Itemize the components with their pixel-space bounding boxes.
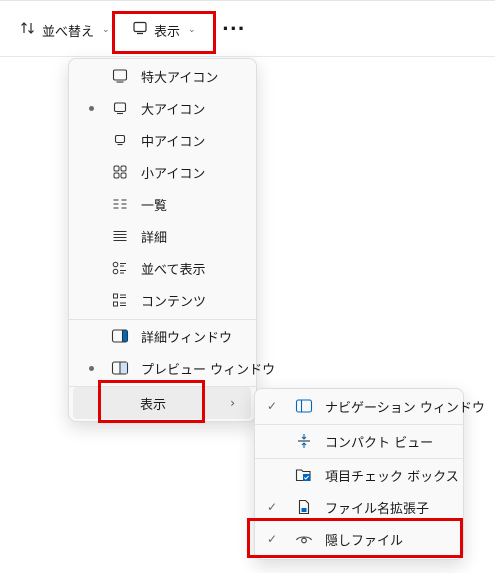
- menu-item-show[interactable]: 表示 ›: [73, 387, 251, 419]
- chevron-down-icon: ⌄: [188, 25, 196, 35]
- compact-view-icon: [295, 432, 313, 450]
- view-button[interactable]: 表示 ⌄: [132, 20, 196, 40]
- menu-item-label: 小アイコン: [141, 166, 206, 182]
- submenu-item-label: 隠しファイル: [325, 533, 404, 549]
- checkmark-icon: ✓: [267, 532, 278, 546]
- view-label: 表示: [154, 24, 181, 40]
- menu-item-label: 詳細ウィンドウ: [141, 330, 233, 346]
- checkmark-icon: ✓: [267, 500, 278, 514]
- menu-item-list[interactable]: 一覧: [69, 188, 256, 220]
- show-submenu: ✓ ナビゲーション ウィンドウ コンパクト ビュー 項目チェック ボックス ✓ …: [254, 388, 485, 560]
- menu-item-label: 表示: [140, 397, 167, 413]
- menu-item-extra-large-icons[interactable]: 特大アイコン: [69, 60, 256, 92]
- list-icon: [111, 195, 129, 213]
- small-icons-grid-icon: [111, 163, 129, 181]
- preview-pane-icon: [111, 359, 129, 377]
- command-bar: 並べ替え ⌄ 表示 ⌄ ...: [0, 0, 495, 57]
- submenu-item-navigation-pane[interactable]: ✓ ナビゲーション ウィンドウ: [255, 390, 485, 422]
- submenu-item-label: コンパクト ビュー: [325, 435, 434, 451]
- selected-bullet-icon: [89, 105, 94, 111]
- menu-item-label: 並べて表示: [141, 262, 206, 278]
- navigation-pane-icon: [295, 397, 313, 415]
- eye-icon: [295, 530, 313, 548]
- monitor-icon: [132, 20, 148, 40]
- submenu-item-hidden-files[interactable]: ✓ 隠しファイル: [255, 523, 463, 555]
- item-checkbox-icon: [295, 466, 313, 484]
- menu-item-preview-pane[interactable]: プレビュー ウィンドウ: [69, 352, 275, 384]
- menu-item-medium-icons[interactable]: 中アイコン: [69, 124, 256, 156]
- menu-item-label: プレビュー ウィンドウ: [141, 362, 276, 378]
- menu-item-small-icons[interactable]: 小アイコン: [69, 156, 256, 188]
- details-pane-icon: [111, 327, 129, 345]
- menu-item-tiles[interactable]: 並べて表示: [69, 252, 256, 284]
- selected-bullet-icon: [89, 365, 94, 371]
- sort-button[interactable]: 並べ替え ⌄: [20, 20, 110, 40]
- checkmark-icon: ✓: [267, 399, 278, 413]
- submenu-item-label: 項目チェック ボックス: [325, 469, 459, 485]
- menu-item-label: 詳細: [141, 230, 168, 246]
- monitor-icon: [111, 131, 129, 149]
- monitor-icon: [111, 67, 129, 85]
- menu-item-details[interactable]: 詳細: [69, 220, 256, 252]
- view-menu: 特大アイコン 大アイコン 中アイコン 小アイコン 一覧 詳細 並べて表示 コンテ…: [68, 58, 275, 422]
- submenu-item-label: ナビゲーション ウィンドウ: [325, 400, 485, 416]
- submenu-item-compact-view[interactable]: コンパクト ビュー: [255, 425, 463, 457]
- sort-icon: [20, 20, 36, 40]
- menu-item-content[interactable]: コンテンツ: [69, 284, 256, 316]
- file-extension-icon: [295, 498, 313, 516]
- toolbar-top-border: [0, 0, 495, 1]
- menu-item-details-pane[interactable]: 詳細ウィンドウ: [69, 320, 256, 352]
- submenu-item-file-extensions[interactable]: ✓ ファイル名拡張子: [255, 491, 463, 523]
- monitor-icon: [111, 99, 129, 117]
- chevron-right-icon: ›: [230, 396, 235, 410]
- details-icon: [111, 227, 129, 245]
- submenu-item-label: ファイル名拡張子: [325, 501, 430, 517]
- content-icon: [111, 291, 129, 309]
- menu-item-label: 一覧: [141, 198, 168, 214]
- more-options-button[interactable]: ...: [222, 14, 246, 35]
- menu-item-label: 中アイコン: [141, 134, 206, 150]
- tiles-icon: [111, 259, 129, 277]
- menu-item-label: 大アイコン: [141, 102, 206, 118]
- chevron-down-icon: ⌄: [102, 25, 110, 35]
- menu-item-label: コンテンツ: [141, 294, 207, 310]
- submenu-item-item-checkboxes[interactable]: 項目チェック ボックス: [255, 459, 463, 491]
- sort-label: 並べ替え: [42, 24, 95, 40]
- menu-item-large-icons[interactable]: 大アイコン: [69, 92, 256, 124]
- menu-item-label: 特大アイコン: [141, 70, 219, 86]
